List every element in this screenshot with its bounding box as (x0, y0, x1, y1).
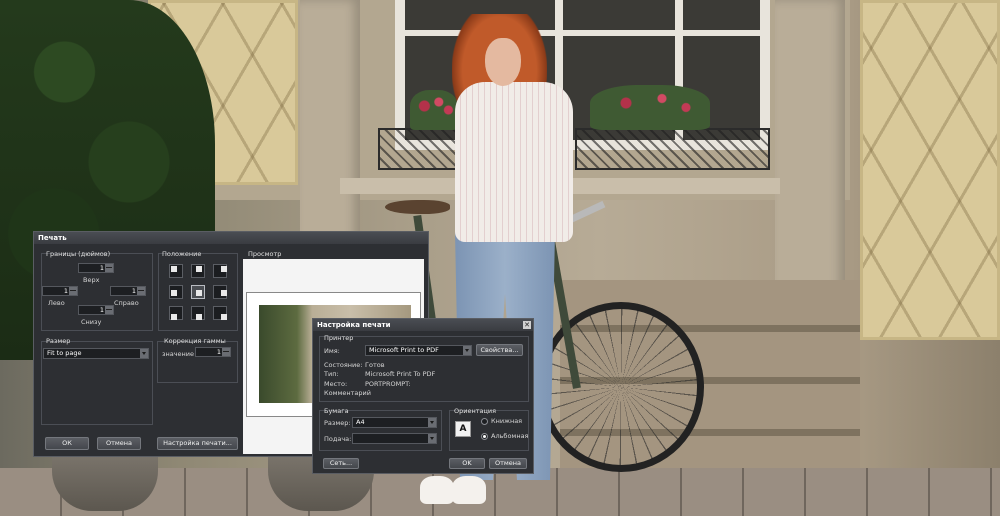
margin-bottom-label: Снизу (81, 318, 102, 326)
position-middle-right-button[interactable] (213, 285, 227, 299)
printer-status-value: Готов (365, 361, 385, 369)
railing-right (575, 128, 770, 170)
spinner-arrows-icon[interactable] (222, 348, 230, 356)
gamma-value-label: значение (162, 350, 195, 358)
orientation-portrait-radio[interactable] (481, 418, 488, 425)
network-button[interactable]: Сеть... (323, 458, 359, 469)
position-bottom-left-icon (171, 314, 177, 320)
page-setup-button[interactable]: Настройка печати... (157, 437, 238, 450)
chevron-down-icon[interactable] (463, 346, 471, 355)
spinner-arrows-icon[interactable] (105, 306, 113, 314)
printer-comment-label: Комментарий (324, 389, 371, 397)
position-bottom-center-button[interactable] (191, 306, 205, 320)
margin-right-spinner[interactable]: 1 (110, 286, 146, 296)
flower-box-left (410, 90, 458, 130)
position-group-title: Положение (162, 250, 202, 258)
printer-name-select[interactable]: Microsoft Print to PDF (365, 345, 472, 356)
position-bottom-right-icon (221, 314, 227, 320)
orientation-preview-icon: A (455, 421, 471, 437)
printer-where-value: PORTPROMPT: (365, 380, 411, 388)
margins-group-title: Границы (дюймов) (46, 250, 111, 258)
position-top-center-icon (196, 266, 202, 272)
margin-top-spinner[interactable]: 1 (78, 263, 114, 273)
print-ok-button[interactable]: ОК (45, 437, 89, 450)
preview-title: Просмотр (248, 250, 282, 258)
gamma-spinner[interactable]: 1 (195, 347, 231, 357)
page-setup-cancel-button[interactable]: Отмена (489, 458, 527, 469)
printer-properties-button[interactable]: Свойства... (476, 344, 523, 356)
size-select[interactable]: Fit to page (43, 348, 149, 359)
page-setup-title-bar[interactable]: Настройка печати ✕ (313, 319, 533, 331)
margin-left-spinner[interactable]: 1 (42, 286, 78, 296)
paper-size-label: Размер: (324, 419, 351, 427)
printer-group-title: Принтер (324, 334, 354, 342)
chevron-down-icon[interactable] (140, 349, 148, 358)
position-center-icon (196, 290, 202, 296)
printer-name-label: Имя: (324, 347, 340, 355)
printer-type-value: Microsoft Print To PDF (365, 370, 436, 378)
orientation-landscape-radio[interactable] (481, 433, 488, 440)
position-top-right-icon (221, 266, 227, 272)
flower-box-right (590, 85, 710, 130)
position-center-button[interactable] (191, 285, 205, 299)
position-top-center-button[interactable] (191, 264, 205, 278)
paper-size-select[interactable]: A4 (352, 417, 437, 428)
spinner-arrows-icon[interactable] (105, 264, 113, 272)
position-middle-left-button[interactable] (169, 285, 183, 299)
orientation-portrait-label[interactable]: Книжная (491, 417, 522, 425)
chevron-down-icon[interactable] (428, 434, 436, 443)
position-middle-left-icon (171, 290, 177, 296)
orientation-group-title: Ориентация (454, 407, 497, 415)
page-setup-ok-button[interactable]: OK (449, 458, 485, 469)
shutter-right (860, 0, 1000, 340)
position-top-right-button[interactable] (213, 264, 227, 278)
spinner-arrows-icon[interactable] (137, 287, 145, 295)
margin-bottom-spinner[interactable]: 1 (78, 305, 114, 315)
shoe-left (420, 476, 454, 504)
person-face (485, 38, 521, 86)
paper-source-select[interactable] (352, 433, 437, 444)
paper-group-title: Бумага (324, 407, 349, 415)
bicycle-seat (385, 200, 450, 214)
margin-left-label: Лево (48, 299, 65, 307)
position-middle-right-icon (221, 290, 227, 296)
spinner-arrows-icon[interactable] (69, 287, 77, 295)
printer-type-label: Тип: (324, 370, 339, 378)
page-setup-title: Настройка печати (317, 321, 391, 329)
railing-left (378, 128, 463, 170)
position-bottom-center-icon (196, 314, 202, 320)
gamma-group-title: Коррекция гаммы (164, 337, 226, 345)
position-bottom-left-button[interactable] (169, 306, 183, 320)
margin-top-label: Верх (83, 276, 100, 284)
close-icon[interactable]: ✕ (523, 321, 531, 329)
position-top-left-button[interactable] (169, 264, 183, 278)
paper-source-label: Подача: (324, 435, 352, 443)
printer-where-label: Место: (324, 380, 348, 388)
position-top-left-icon (171, 266, 177, 272)
print-cancel-button[interactable]: Отмена (97, 437, 141, 450)
size-group-title: Размер (46, 337, 71, 345)
plant-pot-left (52, 455, 158, 511)
position-bottom-right-button[interactable] (213, 306, 227, 320)
person-shirt (455, 82, 573, 242)
page-setup-dialog: Настройка печати ✕ Принтер Имя: Microsof… (312, 318, 534, 474)
chevron-down-icon[interactable] (428, 418, 436, 427)
printer-status-label: Состояние: (324, 361, 363, 369)
margin-right-label: Справо (114, 299, 139, 307)
print-dialog-title[interactable]: Печать (34, 232, 428, 244)
shoe-right (452, 476, 486, 504)
orientation-landscape-label[interactable]: Альбомная (491, 432, 528, 440)
